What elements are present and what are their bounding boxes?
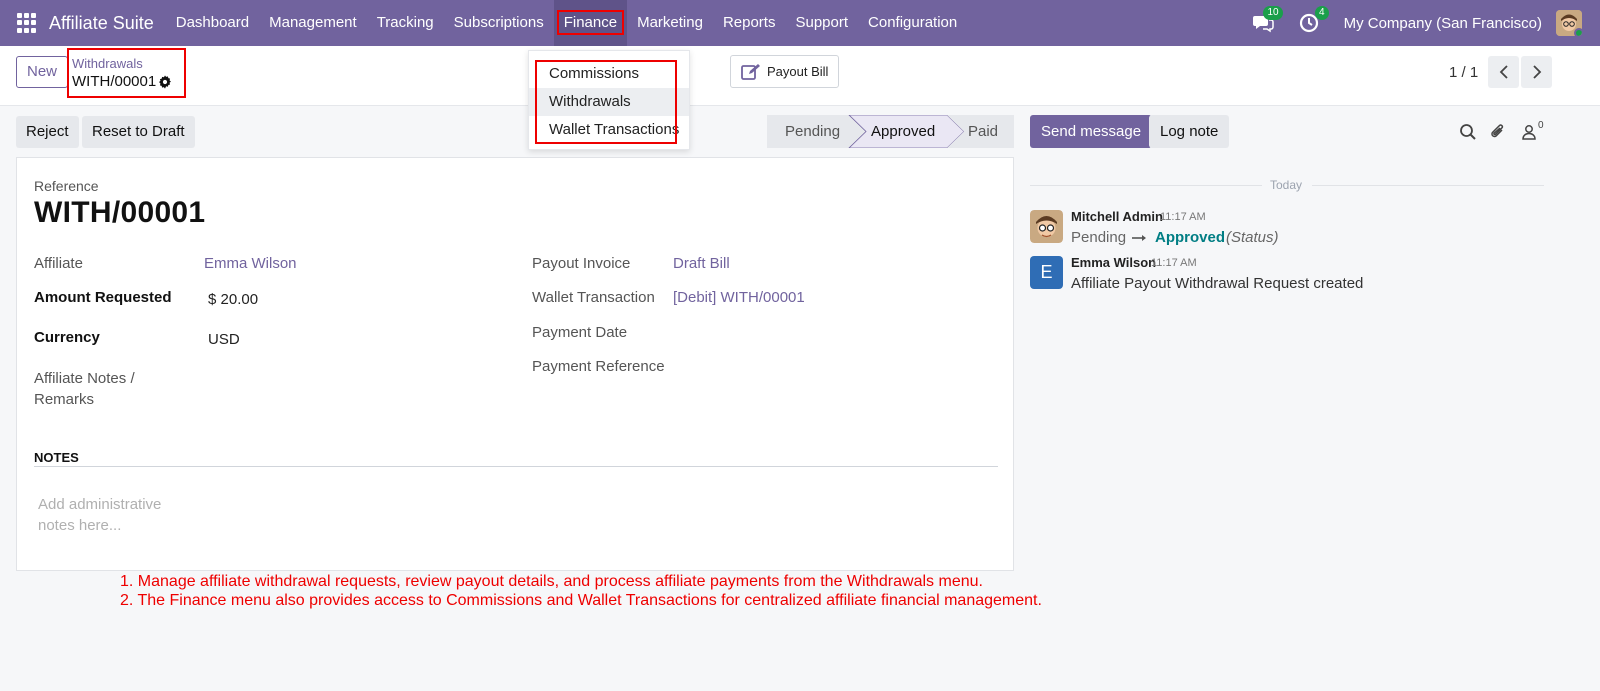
menu-marketing[interactable]: Marketing <box>627 0 713 46</box>
currency-label: Currency <box>34 329 100 346</box>
activities-icon[interactable]: 4 <box>1298 6 1329 34</box>
annotation-1: 1. Manage affiliate withdrawal requests,… <box>120 573 983 590</box>
tracking-field-name: (Status) <box>1226 229 1279 246</box>
messages-icon[interactable]: 10 <box>1252 6 1283 34</box>
user-avatar[interactable] <box>1556 10 1582 36</box>
main-menu: Dashboard Management Tracking Subscripti… <box>166 0 968 46</box>
message-body: Affiliate Payout Withdrawal Request crea… <box>1071 275 1364 292</box>
wallet-transaction-label: Wallet Transaction <box>532 289 655 306</box>
edit-icon <box>741 63 760 80</box>
affiliate-notes-label: Affiliate Notes / Remarks <box>34 370 135 408</box>
message-time: 11:17 AM <box>1151 257 1197 269</box>
send-message-button[interactable]: Send message <box>1030 115 1153 148</box>
messages-badge: 10 <box>1263 6 1283 20</box>
reference-label: Reference <box>34 178 99 194</box>
stage-pending[interactable]: Pending <box>785 123 840 140</box>
pager-previous[interactable] <box>1488 56 1519 88</box>
form-sheet: Reference WITH/00001 Affiliate Emma Wils… <box>16 157 1014 571</box>
top-navbar: Affiliate Suite Dashboard Management Tra… <box>0 0 1600 46</box>
date-separator-line-left <box>1030 185 1262 186</box>
message-time: 11:17 AM <box>1160 211 1206 223</box>
followers-icon[interactable] <box>1520 123 1538 141</box>
activities-badge: 4 <box>1315 6 1329 20</box>
navbar-systray: 10 4 My Company (San Francisco) <box>1240 0 1600 46</box>
online-status-dot <box>1574 28 1582 36</box>
reset-to-draft-button[interactable]: Reset to Draft <box>82 116 195 148</box>
menu-configuration[interactable]: Configuration <box>858 0 967 46</box>
wallet-transaction-field[interactable]: [Debit] WITH/00001 <box>673 289 805 306</box>
amount-field[interactable]: $ 20.00 <box>208 291 258 308</box>
pager-next[interactable] <box>1521 56 1552 88</box>
breadcrumb-current: WITH/00001 <box>72 73 157 90</box>
menu-reports[interactable]: Reports <box>713 0 786 46</box>
tracking-new-value: Approved <box>1155 229 1226 246</box>
notes-divider <box>34 466 998 467</box>
payout-bill-label: Payout Bill <box>767 64 829 79</box>
mitchell-avatar[interactable] <box>1030 210 1063 243</box>
dropdown-highlight-box <box>535 60 677 144</box>
search-icon[interactable] <box>1459 123 1477 141</box>
finance-highlight-box <box>556 10 625 35</box>
notes-input[interactable]: Add administrative notes here... <box>38 494 178 536</box>
reject-button[interactable]: Reject <box>16 116 79 148</box>
payout-bill-button[interactable]: Payout Bill <box>730 55 839 88</box>
breadcrumb-withdrawals[interactable]: Withdrawals <box>72 56 143 71</box>
log-note-button[interactable]: Log note <box>1149 115 1230 148</box>
reference-value[interactable]: WITH/00001 <box>34 196 205 230</box>
affiliate-field[interactable]: Emma Wilson <box>204 255 297 272</box>
amount-label: Amount Requested <box>34 289 172 306</box>
stage-paid[interactable]: Paid <box>968 123 998 140</box>
app-grid-icon[interactable] <box>17 13 37 33</box>
app-brand[interactable]: Affiliate Suite <box>49 13 154 34</box>
control-panel: New Withdrawals WITH/00001 Payout Bill 1… <box>0 46 1600 106</box>
paperclip-icon[interactable] <box>1489 123 1507 141</box>
currency-field[interactable]: USD <box>208 331 240 348</box>
menu-tracking[interactable]: Tracking <box>367 0 444 46</box>
payment-reference-label: Payment Reference <box>532 358 665 375</box>
company-switcher[interactable]: My Company (San Francisco) <box>1344 15 1542 32</box>
notes-section-title: NOTES <box>34 450 79 465</box>
date-separator-line-right <box>1312 185 1544 186</box>
menu-dashboard[interactable]: Dashboard <box>166 0 259 46</box>
annotation-2: 2. The Finance menu also provides access… <box>120 592 1042 609</box>
menu-support[interactable]: Support <box>785 0 858 46</box>
affiliate-label: Affiliate <box>34 255 83 272</box>
emma-avatar[interactable]: E <box>1030 256 1063 289</box>
message-author: Mitchell Admin <box>1071 209 1163 224</box>
menu-finance[interactable]: Finance <box>553 0 628 46</box>
arrow-right-icon <box>1132 235 1146 241</box>
date-separator: Today <box>1270 178 1303 192</box>
tracking-old-value: Pending <box>1071 229 1127 246</box>
menu-management[interactable]: Management <box>259 0 367 46</box>
menu-subscriptions[interactable]: Subscriptions <box>444 0 554 46</box>
finance-dropdown: Commissions Withdrawals Wallet Transacti… <box>528 50 690 150</box>
new-button[interactable]: New <box>16 56 69 88</box>
gear-icon[interactable] <box>158 75 172 89</box>
payment-date-label: Payment Date <box>532 324 628 341</box>
payout-invoice-field[interactable]: Draft Bill <box>673 255 730 272</box>
stage-approved[interactable]: Approved <box>871 123 935 140</box>
followers-count: 0 <box>1538 120 1544 131</box>
chevron-left-icon <box>1499 65 1508 79</box>
payout-invoice-label: Payout Invoice <box>532 255 631 272</box>
pager-value[interactable]: 1 / 1 <box>1449 64 1478 81</box>
chevron-right-icon <box>1532 65 1541 79</box>
message-author: Emma Wilson <box>1071 255 1157 270</box>
